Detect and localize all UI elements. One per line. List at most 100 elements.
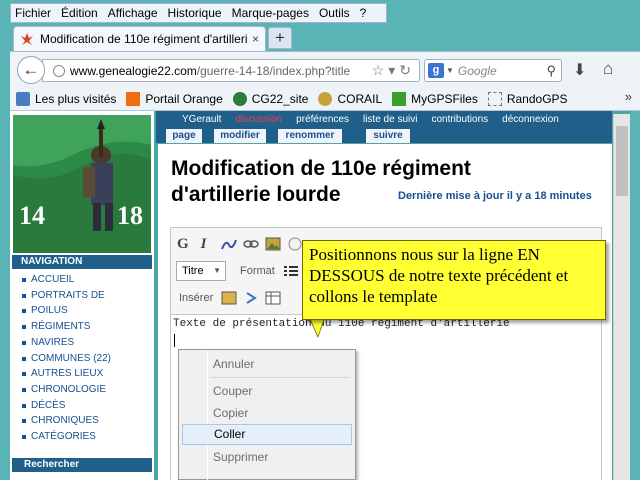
wiki-sidebar: 14 18 NAVIGATION ACCUEIL PORTRAITS DE PO… xyxy=(10,111,154,480)
logo-number-right: 18 xyxy=(117,201,143,230)
editor-toolbar-format: Titre Format xyxy=(176,260,305,282)
nav-item-accueil[interactable]: ACCUEIL xyxy=(22,272,150,288)
context-item-coller[interactable]: Coller xyxy=(182,424,352,445)
menu-historique[interactable]: Historique xyxy=(168,6,222,20)
tab-renommer[interactable]: renommer xyxy=(278,129,342,143)
preferences-link[interactable]: préférences xyxy=(296,114,349,125)
download-icon[interactable]: ⬇ xyxy=(573,60,586,80)
url-actions-icon[interactable]: ☆▾↻ xyxy=(372,62,415,79)
search-heading: Rechercher xyxy=(12,458,152,472)
instruction-callout: Positionnons nous sur la ligne EN DESSOU… xyxy=(302,240,606,320)
menu-edition[interactable]: Édition xyxy=(61,6,98,20)
callout-pointer xyxy=(310,318,324,336)
search-placeholder: Google xyxy=(457,63,497,78)
nav-item-chronologie-cont[interactable]: DÉCÈS xyxy=(22,398,150,414)
insert-gallery-icon[interactable] xyxy=(221,291,237,305)
context-item-couper[interactable]: Couper xyxy=(182,381,352,402)
nav-item-portraits[interactable]: PORTRAITS DE xyxy=(22,288,150,304)
user-link[interactable]: YGerault xyxy=(182,114,221,125)
heading-select[interactable]: Titre xyxy=(176,261,226,281)
mygps-icon xyxy=(392,91,407,106)
bookmark-folder-icon xyxy=(16,91,30,106)
new-tab-button[interactable]: + xyxy=(268,27,292,49)
bookmark-most-visited[interactable]: Les plus visités xyxy=(16,91,117,106)
editor-toolbar-main: G I xyxy=(177,234,309,254)
bookmarks-toolbar: Les plus visités Portail Orange CG22_sit… xyxy=(10,87,640,111)
url-path: /guerre-14-18/index.php?title xyxy=(196,63,351,78)
reference-icon[interactable] xyxy=(287,237,303,251)
nav-item-chronologie[interactable]: CHRONOLOGIE xyxy=(22,382,150,398)
insert-redirect-icon[interactable] xyxy=(243,291,259,305)
nav-item-communes[interactable]: COMMUNES (22) xyxy=(22,351,150,367)
bookmark-label: Les plus visités xyxy=(35,91,117,106)
scrollbar-thumb[interactable] xyxy=(616,126,628,196)
google-icon[interactable]: g xyxy=(428,63,444,78)
search-icon[interactable]: ⚲ xyxy=(546,63,556,79)
chevron-down-icon[interactable]: ▼ xyxy=(446,66,454,75)
menu-outils[interactable]: Outils xyxy=(319,6,350,20)
bookmark-label: CG22_site xyxy=(251,91,309,106)
browser-tab[interactable]: Modification de 110e régiment d'artiller… xyxy=(13,26,266,51)
navigation-heading: NAVIGATION xyxy=(12,255,152,269)
logo-number-left: 14 xyxy=(19,201,45,230)
tab-suivre[interactable]: suivre xyxy=(366,129,410,143)
tab-title: Modification de 110e régiment d'artiller… xyxy=(40,32,248,46)
menu-marque-pages[interactable]: Marque-pages xyxy=(232,6,309,20)
url-domain: www.genealogie22.com xyxy=(70,63,197,78)
back-arrow-icon: ← xyxy=(22,60,40,79)
nav-item-navires[interactable]: NAVIRES xyxy=(22,335,150,351)
navigation-list: ACCUEIL PORTRAITS DE POILUS RÉGIMENTS NA… xyxy=(22,272,150,445)
cg22-icon xyxy=(232,91,247,106)
link-icon[interactable] xyxy=(242,237,259,251)
text-caret xyxy=(174,334,175,347)
menu-affichage[interactable]: Affichage xyxy=(108,6,158,20)
site-logo[interactable]: 14 18 xyxy=(13,115,151,253)
watchlist-link[interactable]: liste de suivi xyxy=(363,114,417,125)
contributions-link[interactable]: contributions xyxy=(431,114,488,125)
home-icon[interactable]: ⌂ xyxy=(603,59,613,79)
logout-link[interactable]: déconnexion xyxy=(502,114,559,125)
image-icon[interactable] xyxy=(265,237,281,251)
signature-icon[interactable] xyxy=(220,237,237,251)
nav-item-regiments[interactable]: RÉGIMENTS xyxy=(22,319,150,335)
context-item-annuler[interactable]: Annuler xyxy=(182,354,352,375)
bulleted-list-icon[interactable] xyxy=(283,264,299,278)
tab-close-icon[interactable]: × xyxy=(252,32,259,46)
bookmark-randogps[interactable]: RandoGPS xyxy=(487,91,568,106)
menu-help[interactable]: ? xyxy=(360,6,367,20)
orange-icon xyxy=(126,91,141,106)
bookmark-mygpsfiles[interactable]: MyGPSFiles xyxy=(392,91,478,106)
tab-favicon-icon xyxy=(21,33,33,45)
format-label: Format xyxy=(240,265,275,277)
bookmarks-overflow-icon[interactable]: » xyxy=(625,89,632,104)
context-item-copier[interactable]: Copier xyxy=(182,403,352,424)
bookmark-cg22[interactable]: CG22_site xyxy=(232,91,309,106)
nav-item-portraits-cont[interactable]: POILUS xyxy=(22,303,150,319)
soldier-logo-icon xyxy=(13,115,151,253)
context-menu: Annuler Couper Copier Coller Supprimer xyxy=(178,349,356,480)
nav-item-autres-lieux[interactable]: AUTRES LIEUX xyxy=(22,366,150,382)
bold-button[interactable]: G xyxy=(177,236,189,253)
bookmark-corail[interactable]: CORAIL xyxy=(318,91,383,106)
discussion-link[interactable]: discussion xyxy=(235,114,282,125)
page-title-line1: Modification de 110e régiment xyxy=(171,157,471,180)
globe-icon xyxy=(53,64,65,77)
bookmark-orange[interactable]: Portail Orange xyxy=(126,91,223,106)
context-separator xyxy=(210,377,350,378)
tab-page[interactable]: page xyxy=(166,129,202,143)
nav-item-categories[interactable]: CATÉGORIES xyxy=(22,429,150,445)
context-item-supprimer[interactable]: Supprimer xyxy=(182,447,352,468)
bookmark-label: MyGPSFiles xyxy=(411,91,478,106)
page-scrollbar[interactable] xyxy=(613,114,630,480)
nav-item-chroniques[interactable]: CHRONIQUES xyxy=(22,413,150,429)
navigation-toolbar: www.genealogie22.com/guerre-14-18/index.… xyxy=(10,51,640,87)
tab-modifier[interactable]: modifier xyxy=(214,129,266,143)
back-button[interactable]: ← xyxy=(17,56,45,84)
url-bar[interactable]: www.genealogie22.com/guerre-14-18/index.… xyxy=(42,59,420,82)
bookmark-label: CORAIL xyxy=(337,91,383,106)
italic-button[interactable]: I xyxy=(201,236,207,253)
bookmark-label: Portail Orange xyxy=(145,91,223,106)
menu-fichier[interactable]: Fichier xyxy=(15,6,51,20)
search-bar[interactable]: g ▼ Google ⚲ xyxy=(424,59,562,82)
insert-table-icon[interactable] xyxy=(265,291,281,305)
